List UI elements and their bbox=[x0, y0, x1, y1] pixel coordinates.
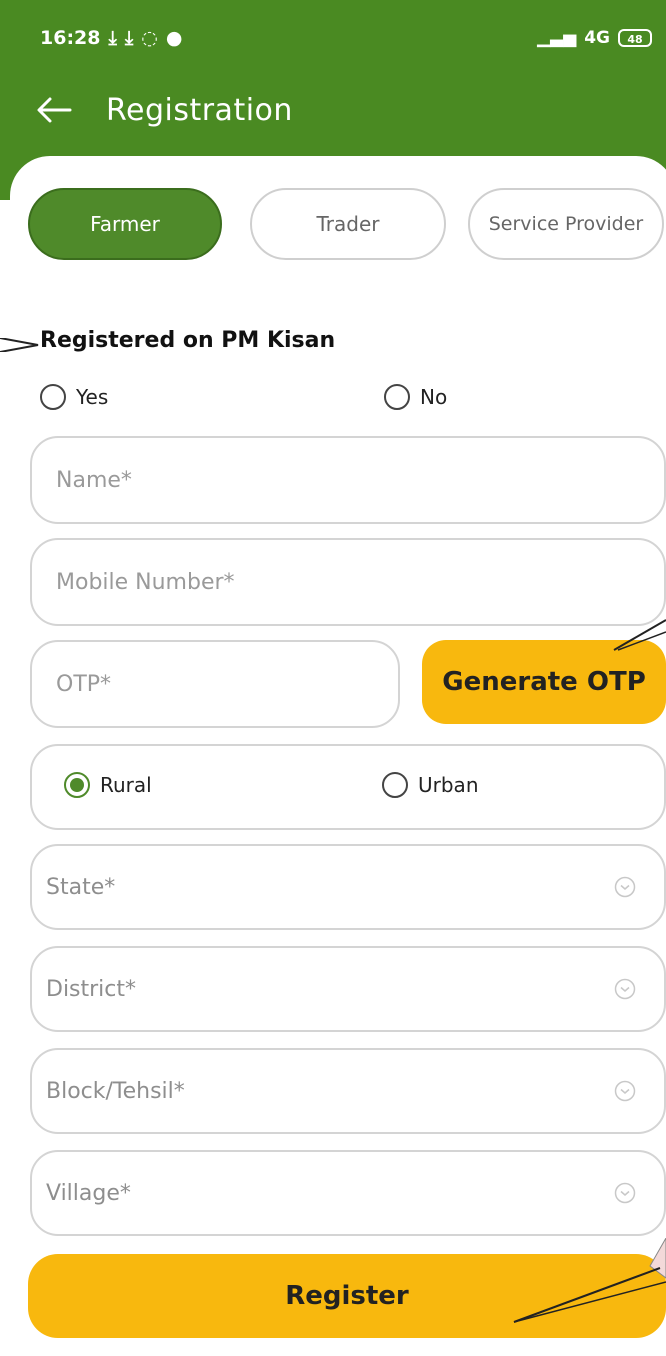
app-bar: Registration bbox=[36, 80, 293, 140]
radio-circle[interactable] bbox=[40, 384, 66, 410]
pm-kisan-title: Registered on PM Kisan bbox=[40, 328, 336, 353]
district-placeholder: District* bbox=[46, 976, 137, 1002]
radio-rural[interactable]: Rural bbox=[64, 772, 152, 798]
otp-input[interactable] bbox=[54, 670, 398, 698]
radio-yes-label: Yes bbox=[76, 385, 109, 409]
generate-otp-button[interactable]: Generate OTP bbox=[422, 640, 666, 724]
mobile-field[interactable] bbox=[30, 538, 666, 626]
radio-urban-label: Urban bbox=[418, 773, 479, 797]
chevron-down-icon bbox=[614, 876, 636, 898]
tab-farmer[interactable]: Farmer bbox=[28, 188, 222, 260]
register-button[interactable]: Register bbox=[28, 1254, 666, 1338]
radio-urban[interactable]: Urban bbox=[382, 772, 479, 798]
battery-icon: 48 bbox=[618, 29, 652, 47]
district-select[interactable]: District* bbox=[30, 946, 666, 1032]
radio-yes[interactable]: Yes bbox=[40, 384, 108, 410]
state-placeholder: State* bbox=[46, 874, 116, 900]
page-title: Registration bbox=[106, 92, 293, 128]
village-select[interactable]: Village* bbox=[30, 1150, 666, 1236]
phone-icon: ● bbox=[165, 27, 183, 49]
download-icon: ⤓ bbox=[124, 27, 134, 49]
radio-no[interactable]: No bbox=[384, 384, 447, 410]
download-icon: ⤓ bbox=[108, 27, 117, 49]
radio-circle[interactable] bbox=[382, 772, 408, 798]
network-type: 4G bbox=[584, 28, 610, 48]
state-select[interactable]: State* bbox=[30, 844, 666, 930]
radio-circle[interactable] bbox=[384, 384, 410, 410]
mobile-input[interactable] bbox=[54, 568, 664, 596]
block-select[interactable]: Block/Tehsil* bbox=[30, 1048, 666, 1134]
tab-service-provider[interactable]: Service Provider bbox=[468, 188, 664, 260]
radio-no-label: No bbox=[420, 385, 448, 409]
radio-rural-label: Rural bbox=[100, 773, 152, 797]
otp-field[interactable] bbox=[30, 640, 400, 728]
back-arrow-icon[interactable] bbox=[36, 90, 76, 130]
status-bar: 16:28 ⤓ ⤓ ◌ ● ▁▃▅ 4G 48 bbox=[40, 20, 652, 56]
block-placeholder: Block/Tehsil* bbox=[46, 1078, 185, 1104]
tab-trader[interactable]: Trader bbox=[250, 188, 446, 260]
radio-circle-checked[interactable] bbox=[64, 772, 90, 798]
name-field[interactable] bbox=[30, 436, 666, 524]
name-input[interactable] bbox=[54, 466, 664, 494]
annotation-arrow bbox=[0, 338, 39, 352]
whatsapp-icon: ◌ bbox=[141, 27, 158, 49]
status-time: 16:28 bbox=[40, 27, 101, 49]
chevron-down-icon bbox=[614, 978, 636, 1000]
chevron-down-icon bbox=[614, 1182, 636, 1204]
village-placeholder: Village* bbox=[46, 1180, 131, 1206]
chevron-down-icon bbox=[614, 1080, 636, 1102]
signal-icon: ▁▃▅ bbox=[536, 28, 577, 48]
